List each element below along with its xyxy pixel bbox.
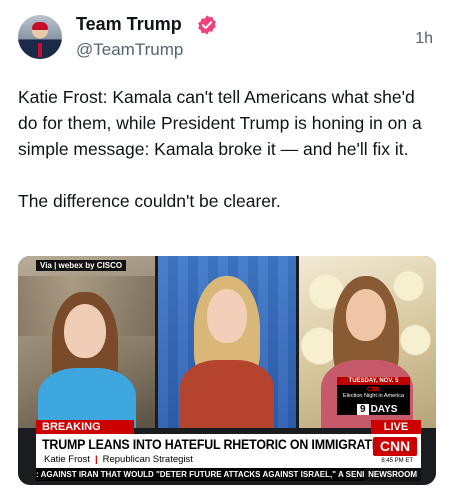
news-ticker: : AGAINST IRAN THAT WOULD "DETER FUTURE … [36, 468, 421, 481]
post-paragraph: Katie Frost: Kamala can't tell Americans… [18, 87, 422, 159]
guest-name: Katie Frost [44, 454, 90, 465]
ticker-tag: NEWSROOM [364, 468, 421, 481]
post-body: Katie Frost: Kamala can't tell Americans… [18, 84, 438, 240]
cnn-logo-icon: CNN [373, 437, 417, 456]
red-cap-icon [32, 22, 48, 30]
guest-title: Republican Strategist [102, 454, 193, 465]
verified-badge-icon [198, 15, 216, 35]
countdown-days: 9 DAYS [357, 404, 397, 415]
chyron-headline: TRUMP LEANS INTO HATEFUL RHETORIC ON IMM… [42, 437, 394, 452]
chyron-subline: Katie Frost | Republican Strategist [44, 454, 193, 465]
countdown-date: TUESDAY, NOV. 5 [337, 377, 410, 385]
author-avatar[interactable] [18, 15, 62, 59]
live-badge: LIVE [371, 420, 421, 434]
video-player[interactable]: Via | webex by CISCO TUESDAY, NOV. 5 CNN… [18, 256, 436, 485]
countdown-unit: DAYS [370, 404, 398, 415]
video-panel-center [158, 256, 296, 428]
chyron: TRUMP LEANS INTO HATEFUL RHETORIC ON IMM… [36, 434, 421, 468]
post-timestamp[interactable]: 1h [415, 30, 433, 48]
countdown-show: Election Night in America [342, 393, 405, 399]
post-paragraph: The difference couldn't be clearer. [18, 191, 281, 211]
via-label: Via | webex by CISCO [36, 260, 127, 271]
author-name[interactable]: Team Trump [76, 14, 182, 35]
video-panel-left: Via | webex by CISCO [18, 256, 155, 428]
broadcast-time: 8:45 PM ET [381, 458, 413, 464]
tie-icon [38, 43, 42, 57]
author-handle[interactable]: @TeamTrump [76, 40, 183, 60]
separator: | [94, 454, 98, 465]
breaking-news-label: BREAKING NEWS [36, 420, 134, 447]
ticker-text: : AGAINST IRAN THAT WOULD "DETER FUTURE … [36, 470, 385, 479]
countdown-number: 9 [357, 404, 369, 415]
